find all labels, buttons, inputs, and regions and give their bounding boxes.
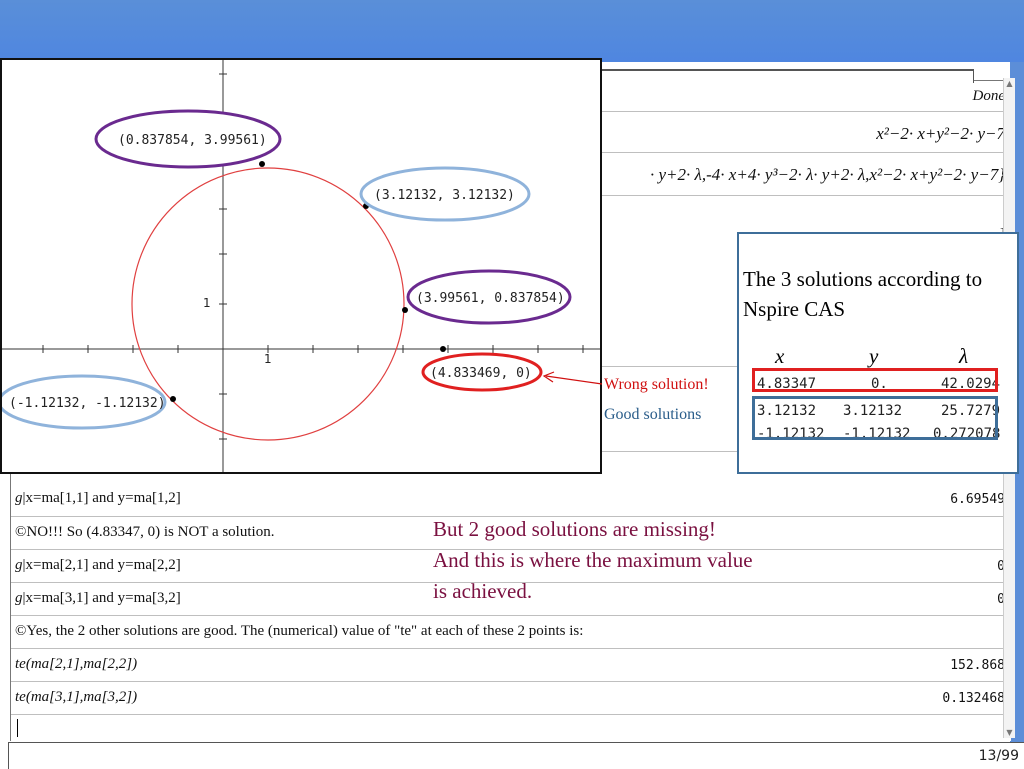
- row-input: te(ma[3,1],ma[3,2]): [15, 689, 138, 705]
- history-row-6[interactable]: g|x=ma[1,1] and y=ma[1,2] 6.69549: [11, 482, 1011, 517]
- good-solutions-label: Good solutions: [604, 406, 702, 423]
- slide-header-bar: [0, 0, 1024, 62]
- point-label-1: (0.837854, 3.99561): [118, 133, 267, 148]
- row-input: |x=ma[1,1] and y=ma[1,2]: [22, 490, 181, 506]
- row-output: x²−2· x+y²−2· y−7: [876, 124, 1005, 143]
- row-input: |x=ma[3,1] and y=ma[3,2]: [22, 590, 181, 606]
- graph-window[interactable]: 1 1 (0.837854, 3.99561) (3.12132, 3.1213…: [0, 58, 602, 474]
- point-3[interactable]: [402, 307, 408, 313]
- comment-text: ©NO!!! So (4.83347, 0) is NOT a solution…: [15, 524, 275, 540]
- entry-line[interactable]: [11, 715, 1011, 741]
- scroll-down-icon[interactable]: ▼: [1004, 727, 1015, 738]
- function-name: g: [15, 490, 23, 506]
- point-5[interactable]: [170, 396, 176, 402]
- history-row-10[interactable]: ©Yes, the 2 other solutions are good. Th…: [11, 616, 1011, 649]
- point-4[interactable]: [440, 346, 446, 352]
- arrow-icon: [542, 371, 603, 385]
- y-tick-label: 1: [203, 296, 211, 310]
- row-output: · y+2· λ,-4· x+4· y³−2· λ· y+2· λ,x²−2· …: [650, 165, 1005, 184]
- column-header-x: x: [775, 344, 785, 368]
- status-bar: 13/99: [8, 742, 1024, 769]
- page-indicator: 13/99: [978, 748, 1019, 764]
- missing-solutions-note: But 2 good solutions are missing! And th…: [433, 514, 753, 607]
- point-label-4: (4.833469, 0): [430, 366, 532, 381]
- column-header-y: y: [869, 344, 879, 368]
- history-row-12[interactable]: te(ma[3,1],ma[3,2]) 0.132468: [11, 682, 1011, 715]
- row-output: 6.69549: [950, 492, 1005, 507]
- history-row-11[interactable]: te(ma[2,1],ma[2,2]) 152.868: [11, 649, 1011, 682]
- good-solutions-highlight: [752, 396, 998, 440]
- missing-line-3: is achieved.: [433, 579, 533, 603]
- wrong-solution-highlight: [752, 368, 998, 392]
- point-label-5: (-1.12132, -1.12132): [9, 396, 166, 411]
- point-1[interactable]: [259, 161, 265, 167]
- comment-text: ©Yes, the 2 other solutions are good. Th…: [15, 623, 584, 639]
- scroll-up-icon[interactable]: ▲: [1004, 78, 1015, 89]
- point-label-3: (3.99561, 0.837854): [416, 291, 565, 306]
- row-input: |x=ma[2,1] and y=ma[2,2]: [22, 557, 181, 573]
- wrong-solution-label: Wrong solution!: [604, 376, 709, 393]
- missing-line-2: And this is where the maximum value: [433, 548, 753, 572]
- text-cursor: [17, 719, 18, 737]
- row-output: 0.132468: [942, 691, 1005, 706]
- missing-line-1: But 2 good solutions are missing!: [433, 517, 716, 541]
- graph-canvas[interactable]: 1 1 (0.837854, 3.99561) (3.12132, 3.1213…: [2, 60, 602, 474]
- function-name: g: [15, 590, 23, 606]
- function-name: g: [15, 557, 23, 573]
- point-label-2: (3.12132, 3.12132): [374, 188, 515, 203]
- column-header-lambda: λ: [959, 344, 969, 368]
- row-input: te(ma[2,1],ma[2,2]): [15, 656, 138, 672]
- row-output: 152.868: [950, 658, 1005, 673]
- row-output: Done: [972, 88, 1006, 104]
- note-title: The 3 solutions according to Nspire CAS: [743, 267, 983, 321]
- x-tick-label: 1: [264, 352, 272, 366]
